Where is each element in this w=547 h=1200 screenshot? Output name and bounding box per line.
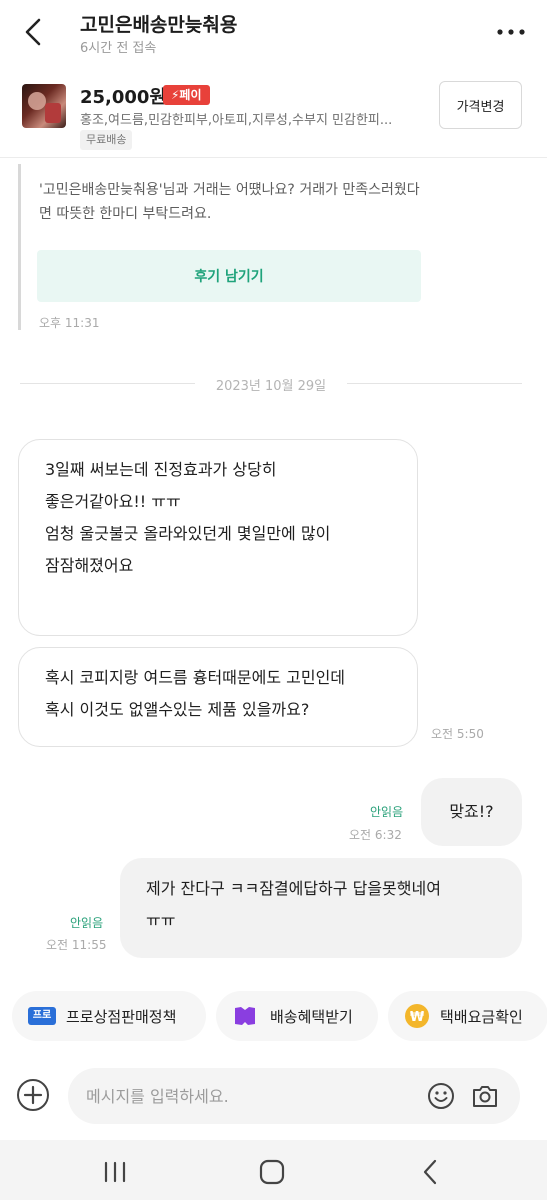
pay-badge: ⚡페이 — [163, 85, 210, 105]
date-divider-label: 2023년 10월 29일 — [215, 379, 327, 394]
system-back-button[interactable] — [410, 1158, 450, 1186]
attach-button[interactable] — [14, 1076, 52, 1114]
message-line: 제가 잔다구 ㅋㅋ잠결에답하구 답을못햇네여 — [146, 879, 441, 898]
message-input[interactable] — [86, 1068, 416, 1124]
write-review-button[interactable]: 후기 남기기 — [37, 250, 421, 302]
shipping-benefit-chip[interactable]: 배송혜택받기 — [216, 991, 378, 1041]
home-button[interactable] — [252, 1158, 292, 1186]
more-horizontal-icon — [497, 29, 525, 35]
chat-screen: 고민은배송만늦춰용 6시간 전 접속 25,000원 ⚡페이 홍조,여드름,민감… — [0, 0, 547, 1200]
message-time: 오전 6:32 — [349, 828, 402, 842]
won-coin-icon: ₩ — [404, 1003, 430, 1029]
outgoing-message[interactable]: 제가 잔다구 ㅋㅋ잠결에답하구 답을못햇네여 ㅠㅠ — [120, 858, 522, 958]
message-input-bar — [0, 1060, 547, 1130]
review-request-text: '고민은배송만늦춰용'님과 거래는 어떘나요? 거래가 만족스러웠다면 따뜻한 … — [39, 182, 420, 222]
date-divider: 2023년 10월 29일 — [20, 372, 522, 396]
unread-status: 안읽음 — [370, 805, 404, 819]
outgoing-message[interactable]: 맞죠!? — [421, 778, 522, 846]
free-shipping-tag: 무료배송 — [80, 130, 133, 150]
message-line: 혹시 이것도 없앨수있는 제품 있을까요? — [45, 700, 310, 719]
svg-text:₩: ₩ — [410, 1010, 425, 1025]
fee-check-label: 택배요금확인 — [440, 1007, 523, 1026]
unread-status: 안읽음 — [70, 916, 104, 930]
last-seen-status: 6시간 전 접속 — [80, 41, 157, 56]
product-price: 25,000원 — [80, 87, 167, 108]
message-time: 오후 11:31 — [39, 316, 100, 330]
back-button[interactable] — [16, 14, 50, 50]
page-title: 고민은배송만늦춰용 — [80, 14, 238, 36]
message-line: 엄청 울긋불긋 올라와있던게 몇일만에 많이 — [45, 524, 331, 543]
home-icon — [259, 1159, 285, 1185]
message-line: 혹시 코피지랑 여드름 흉터때문에도 고민인데 — [45, 668, 346, 687]
chat-header: 고민은배송만늦춰용 6시간 전 접속 — [0, 0, 547, 66]
chevron-left-icon — [25, 18, 41, 46]
product-summary[interactable]: 25,000원 ⚡페이 홍조,여드름,민감한피부,아토피,지루성,수부지 민감한… — [0, 70, 547, 158]
sales-policy-label: 프로상점판매정책 — [66, 1007, 177, 1026]
system-navigation-bar — [0, 1140, 547, 1200]
message-line: 잠잠해졌어요 — [45, 556, 134, 575]
shipping-benefit-label: 배송혜택받기 — [270, 1007, 353, 1026]
message-list[interactable]: '고민은배송만늦춰용'님과 거래는 어떘나요? 거래가 만족스러웠다면 따뜻한 … — [0, 158, 547, 978]
recent-apps-button[interactable] — [95, 1158, 135, 1186]
quick-action-bar: 프로 프로상점판매정책 배송혜택받기 ₩ 택배요금확인 — [0, 988, 547, 1046]
message-box — [68, 1068, 520, 1124]
emoji-button[interactable] — [426, 1081, 456, 1111]
message-line: ㅠㅠ — [146, 911, 176, 930]
recent-apps-icon — [104, 1161, 126, 1183]
pro-badge: 프로 — [28, 1007, 56, 1025]
incoming-message[interactable]: 혹시 코피지랑 여드름 흉터때문에도 고민인데 혹시 이것도 없앨수있는 제품 … — [18, 647, 418, 747]
chevron-left-icon — [423, 1159, 437, 1185]
review-request-card: '고민은배송만늦춰용'님과 거래는 어떘나요? 거래가 만족스러웠다면 따뜻한 … — [18, 164, 438, 330]
fee-check-chip[interactable]: ₩ 택배요금확인 — [388, 991, 547, 1041]
message-line: 3일째 써보는데 진정효과가 상당히 — [45, 460, 277, 479]
message-line: 좋은거같아요!! ㅠㅠ — [45, 492, 181, 511]
smiley-icon — [428, 1083, 454, 1109]
message-time: 오전 5:50 — [431, 727, 484, 741]
truck-icon — [232, 1005, 258, 1027]
plus-circle-icon — [17, 1079, 49, 1111]
price-change-button[interactable]: 가격변경 — [439, 81, 522, 129]
product-thumbnail — [22, 84, 66, 128]
more-options-button[interactable] — [493, 18, 529, 46]
product-description: 홍조,여드름,민감한피부,아토피,지루성,수부지 민감한피... — [80, 113, 393, 128]
message-time: 오전 11:55 — [46, 938, 107, 952]
sales-policy-chip[interactable]: 프로 프로상점판매정책 — [12, 991, 206, 1041]
incoming-message[interactable]: 3일째 써보는데 진정효과가 상당히 좋은거같아요!! ㅠㅠ 엄청 울긋불긋 올… — [18, 439, 418, 636]
camera-button[interactable] — [470, 1081, 500, 1111]
camera-icon — [473, 1086, 497, 1107]
